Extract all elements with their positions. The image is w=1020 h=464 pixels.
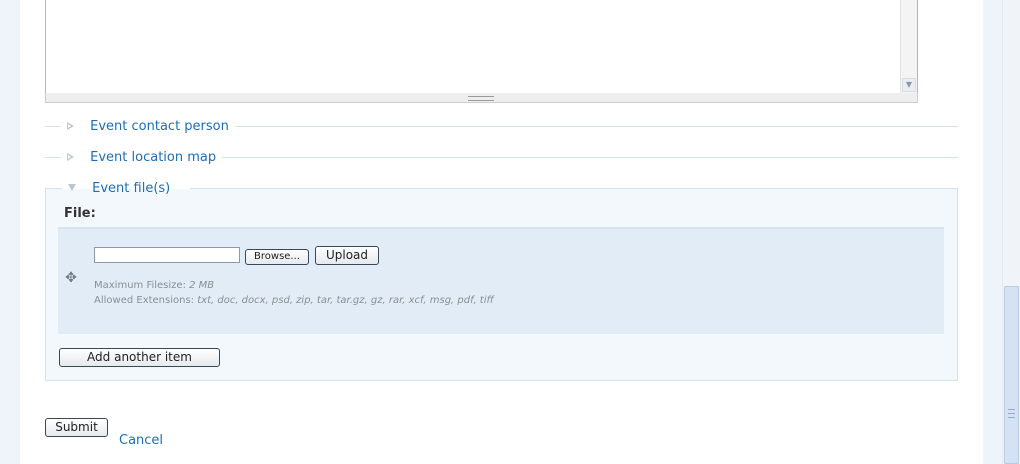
fieldset-toggle-location-map[interactable]: Event location map bbox=[90, 150, 216, 165]
fieldset-legend[interactable]: Event location map bbox=[61, 149, 223, 167]
allowed-extensions-description: Allowed Extensions: txt, doc, docx, psd,… bbox=[94, 295, 494, 306]
body-textarea[interactable]: ▼ bbox=[45, 0, 918, 94]
fieldset-toggle-contact[interactable]: Event contact person bbox=[90, 119, 229, 134]
file-field-label: File: bbox=[64, 206, 96, 221]
max-filesize-description: Maximum Filesize: 2 MB bbox=[94, 280, 214, 291]
page-content: ▼ Event contact person Event location ma… bbox=[20, 0, 983, 464]
fieldset-legend[interactable]: Event file(s) bbox=[62, 180, 176, 198]
max-filesize-value: 2 MB bbox=[189, 280, 215, 291]
textarea-resize-grippie[interactable] bbox=[45, 93, 918, 103]
move-arrows-icon[interactable]: ✥ bbox=[64, 271, 78, 285]
table-row: ✥ Browse... Upload Maximum Filesize: 2 M… bbox=[58, 229, 944, 334]
max-filesize-label: Maximum Filesize: bbox=[94, 280, 186, 291]
triangle-down-icon bbox=[68, 184, 76, 191]
allowed-extensions-label: Allowed Extensions: bbox=[94, 295, 195, 306]
scrollbar-thumb[interactable] bbox=[1004, 286, 1019, 464]
fieldset-event-files: Event file(s) File: ✥ Browse... Upload M… bbox=[45, 180, 958, 381]
file-path-input[interactable] bbox=[94, 247, 240, 263]
fieldset-toggle-files[interactable]: Event file(s) bbox=[92, 181, 170, 196]
add-another-item-button[interactable]: Add another item bbox=[59, 348, 220, 367]
fieldset-event-location-map: Event location map bbox=[45, 149, 958, 167]
scroll-grip-icon bbox=[1008, 409, 1015, 418]
cancel-link[interactable]: Cancel bbox=[119, 433, 163, 448]
allowed-extensions-value: txt, doc, docx, psd, zip, tar, tar.gz, g… bbox=[197, 295, 494, 306]
scroll-down-arrow-icon[interactable]: ▼ bbox=[902, 78, 916, 92]
fieldset-legend[interactable]: Event contact person bbox=[61, 118, 235, 136]
page-scrollbar[interactable] bbox=[1002, 0, 1020, 464]
grippie-lines-icon bbox=[468, 96, 494, 101]
upload-button[interactable]: Upload bbox=[315, 246, 379, 265]
submit-button[interactable]: Submit bbox=[45, 418, 108, 437]
triangle-right-icon bbox=[67, 152, 74, 161]
browse-button[interactable]: Browse... bbox=[245, 249, 309, 265]
fieldset-event-contact-person: Event contact person bbox=[45, 118, 958, 136]
triangle-right-icon bbox=[67, 121, 74, 130]
textarea-scrollbar[interactable]: ▼ bbox=[900, 0, 917, 93]
